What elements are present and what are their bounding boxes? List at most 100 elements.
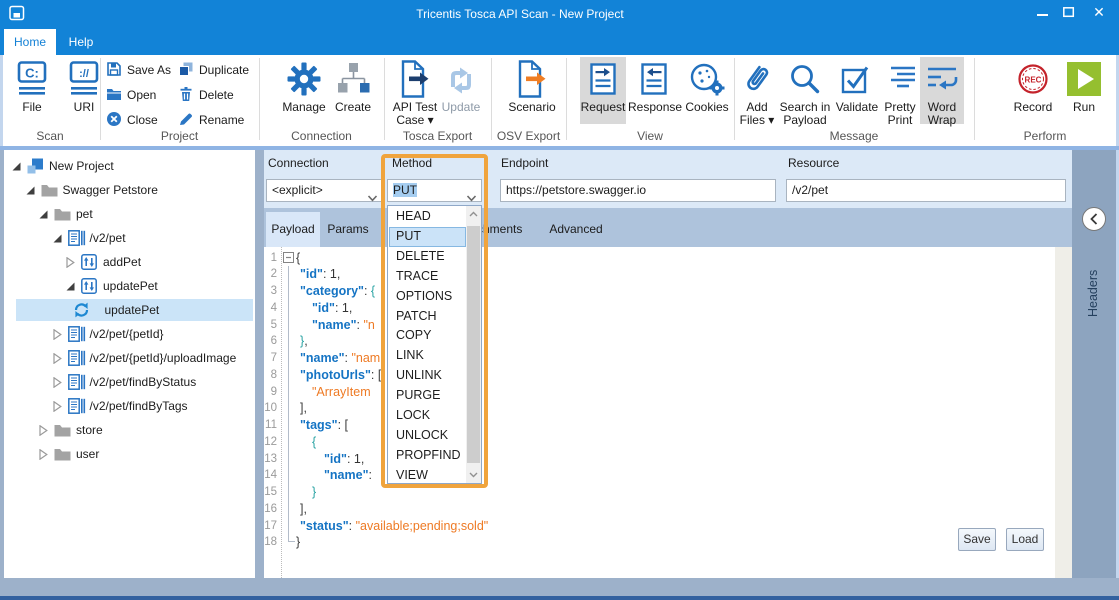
code-line[interactable]: "name": "nam bbox=[300, 350, 380, 367]
code-line[interactable]: "id": 1, bbox=[300, 266, 340, 283]
method-option[interactable]: PROPFIND bbox=[389, 446, 466, 466]
response-view-button[interactable]: Response bbox=[628, 57, 680, 124]
method-option[interactable]: PUT bbox=[389, 227, 466, 247]
tree-item[interactable]: store bbox=[4, 418, 255, 442]
tab-home[interactable]: Home bbox=[4, 29, 56, 55]
tree-item[interactable]: New Project bbox=[4, 154, 255, 178]
method-option[interactable]: DELETE bbox=[389, 247, 466, 267]
tab-help[interactable]: Help bbox=[60, 29, 102, 55]
code-line[interactable]: } bbox=[312, 484, 316, 501]
expander-open-icon[interactable] bbox=[66, 274, 75, 298]
request-view-button[interactable]: Request bbox=[580, 57, 626, 124]
method-option[interactable]: LINK bbox=[389, 346, 466, 366]
tree-item[interactable]: addPet bbox=[4, 250, 255, 274]
method-option[interactable]: COPY bbox=[389, 326, 466, 346]
tree-item[interactable]: /v2/pet/findByStatus bbox=[4, 370, 255, 394]
headers-panel-label[interactable]: Headers bbox=[1086, 237, 1104, 317]
tree-item[interactable]: /v2/pet/findByTags bbox=[4, 394, 255, 418]
tree-item[interactable]: /v2/pet/{petId} bbox=[4, 322, 255, 346]
open-button[interactable]: Open bbox=[106, 85, 156, 105]
expander-closed-icon[interactable] bbox=[53, 394, 62, 418]
tree-item[interactable]: Swagger Petstore bbox=[4, 178, 255, 202]
minimize-button[interactable] bbox=[1032, 6, 1054, 22]
scroll-up-icon[interactable] bbox=[466, 206, 481, 222]
endpoint-input[interactable]: https://petstore.swagger.io bbox=[500, 179, 776, 202]
save-button[interactable]: Save bbox=[958, 528, 996, 551]
update-export-button[interactable]: Update bbox=[440, 57, 482, 124]
code-line[interactable]: "name": "n bbox=[312, 317, 375, 334]
code-line[interactable]: "status": "available;pending;sold" bbox=[300, 518, 488, 535]
search-in-payload-button[interactable]: Search in Payload bbox=[777, 57, 833, 124]
code-line[interactable]: }, bbox=[300, 333, 308, 350]
load-button[interactable]: Load bbox=[1006, 528, 1044, 551]
file-button[interactable]: C: File bbox=[10, 57, 54, 124]
tree-item[interactable]: user bbox=[4, 442, 255, 466]
code-line[interactable]: "photoUrls": [ bbox=[300, 367, 381, 384]
code-line[interactable]: ], bbox=[300, 400, 307, 417]
headers-expand-button[interactable] bbox=[1082, 207, 1106, 231]
tab-params[interactable]: Params bbox=[322, 212, 374, 247]
code-line[interactable]: ], bbox=[300, 501, 307, 518]
expander-closed-icon[interactable] bbox=[53, 346, 62, 370]
expander-closed-icon[interactable] bbox=[53, 370, 62, 394]
run-button[interactable]: Run bbox=[1062, 57, 1106, 124]
method-option[interactable]: UNLINK bbox=[389, 366, 466, 386]
validate-button[interactable]: Validate bbox=[835, 57, 879, 124]
code-line[interactable]: "ArrayItem bbox=[312, 384, 371, 401]
code-line[interactable]: "name": bbox=[324, 467, 375, 484]
tab-payload[interactable]: Payload bbox=[266, 212, 320, 247]
tree-item[interactable]: /v2/pet bbox=[4, 226, 255, 250]
rename-button[interactable]: Rename bbox=[178, 110, 244, 130]
chevron-down-icon[interactable] bbox=[367, 188, 378, 209]
expander-open-icon[interactable] bbox=[26, 178, 35, 202]
code-line[interactable]: { bbox=[312, 434, 316, 451]
create-connection-button[interactable]: Create bbox=[330, 57, 376, 124]
expander-closed-icon[interactable] bbox=[53, 322, 62, 346]
scenario-button[interactable]: Scenario bbox=[506, 57, 558, 124]
record-button[interactable]: REC Record bbox=[1010, 57, 1056, 124]
editor-scrollbar[interactable] bbox=[1055, 247, 1072, 578]
scroll-down-icon[interactable] bbox=[466, 467, 481, 483]
maximize-button[interactable] bbox=[1058, 6, 1080, 22]
expander-closed-icon[interactable] bbox=[66, 250, 75, 274]
code-line[interactable]: "id": 1, bbox=[312, 300, 352, 317]
code-line[interactable]: "category": { bbox=[300, 283, 375, 300]
code-line[interactable]: { bbox=[296, 250, 300, 267]
cookies-view-button[interactable]: Cookies bbox=[682, 57, 732, 124]
connection-combobox[interactable]: <explicit> bbox=[266, 179, 383, 202]
method-option[interactable]: PATCH bbox=[389, 307, 466, 327]
code-line[interactable]: "id": 1, bbox=[324, 451, 364, 468]
expander-open-icon[interactable] bbox=[39, 202, 48, 226]
resource-input[interactable]: /v2/pet bbox=[786, 179, 1066, 202]
code-line[interactable]: "tags": [ bbox=[300, 417, 348, 434]
tree-item[interactable]: pet bbox=[4, 202, 255, 226]
tree-item[interactable]: updatePet bbox=[4, 274, 255, 298]
method-option[interactable]: PURGE bbox=[389, 386, 466, 406]
add-files-button[interactable]: Add Files ▾ bbox=[737, 57, 777, 124]
api-test-case-button[interactable]: API Test Case ▾ bbox=[390, 57, 440, 124]
scrollbar-thumb[interactable] bbox=[467, 226, 480, 463]
method-option[interactable]: HEAD bbox=[389, 207, 466, 227]
manage-connection-button[interactable]: Manage bbox=[280, 57, 328, 124]
delete-button[interactable]: Delete bbox=[178, 85, 234, 105]
expander-open-icon[interactable] bbox=[12, 154, 21, 178]
word-wrap-button[interactable]: Word Wrap bbox=[920, 57, 964, 124]
dropdown-scrollbar[interactable] bbox=[466, 206, 481, 483]
method-option[interactable]: LOCK bbox=[389, 406, 466, 426]
method-option[interactable]: VIEW bbox=[389, 466, 466, 486]
method-option[interactable]: TRACE bbox=[389, 267, 466, 287]
tree-item[interactable]: updatePet bbox=[4, 298, 255, 322]
close-button[interactable]: ✕ bbox=[1088, 4, 1110, 20]
close-project-button[interactable]: Close bbox=[106, 110, 158, 130]
save-as-button[interactable]: Save As bbox=[106, 60, 171, 80]
tree-item[interactable]: /v2/pet/{petId}/uploadImage bbox=[4, 346, 255, 370]
tab-advanced[interactable]: Advanced bbox=[545, 212, 607, 247]
code-line[interactable]: } bbox=[296, 534, 300, 551]
duplicate-button[interactable]: Duplicate bbox=[178, 60, 249, 80]
method-option[interactable]: UNLOCK bbox=[389, 426, 466, 446]
expander-closed-icon[interactable] bbox=[39, 418, 48, 442]
pretty-print-button[interactable]: Pretty Print bbox=[881, 57, 919, 124]
expander-open-icon[interactable] bbox=[53, 226, 62, 250]
expander-closed-icon[interactable] bbox=[39, 442, 48, 466]
method-combobox[interactable]: PUT bbox=[387, 179, 482, 202]
